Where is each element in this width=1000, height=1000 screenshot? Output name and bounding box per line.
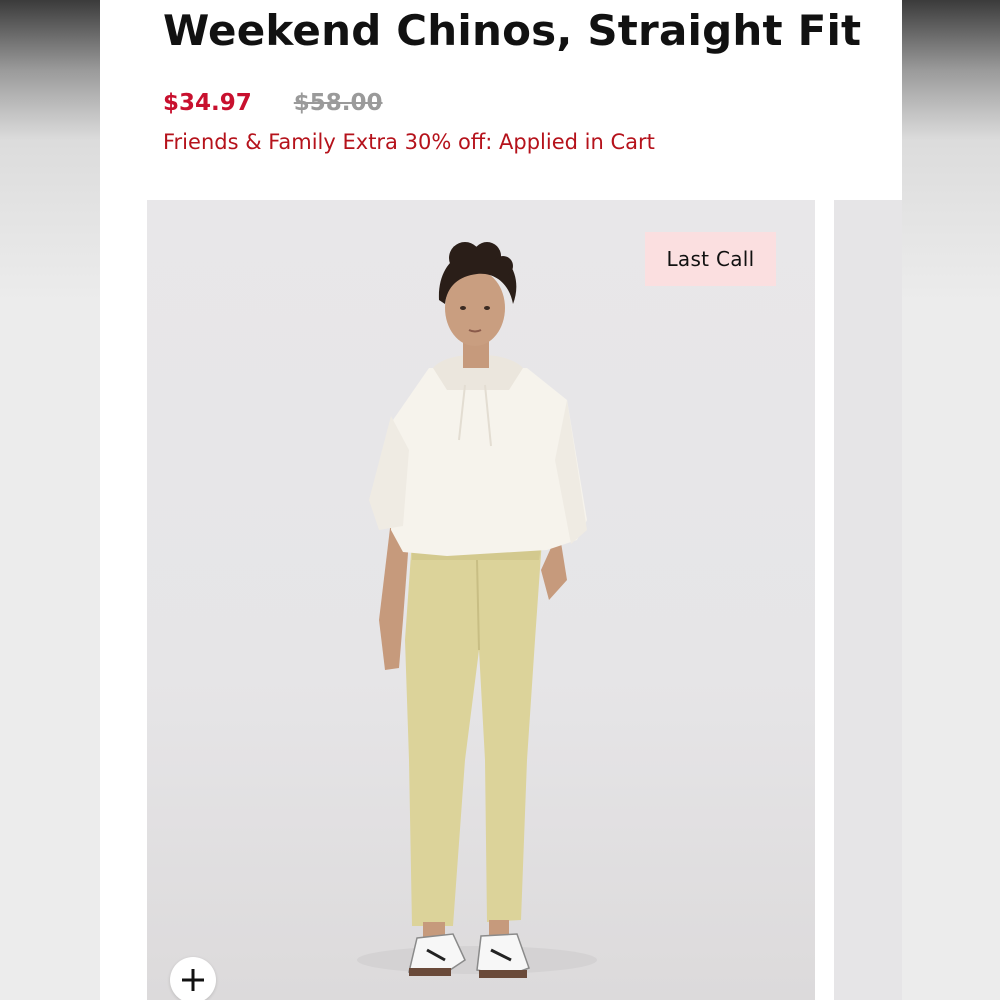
blurred-edge-left [0,0,100,1000]
original-price: $58.00 [293,90,383,116]
promo-message: Friends & Family Extra 30% off: Applied … [163,130,655,154]
price-row: $34.97 $58.00 [163,86,383,120]
last-call-badge: Last Call [645,232,776,286]
zoom-button[interactable] [170,957,216,1000]
plus-icon [182,969,204,991]
product-title: Weekend Chinos, Straight Fit [163,6,862,55]
blurred-edge-right [900,0,1000,1000]
product-image-carousel[interactable]: Last Call [147,200,815,1000]
model-photo [357,242,597,978]
next-product-image[interactable] [834,200,902,1000]
sale-price: $34.97 [163,90,252,116]
product-card: Weekend Chinos, Straight Fit $34.97 $58.… [100,0,902,1000]
